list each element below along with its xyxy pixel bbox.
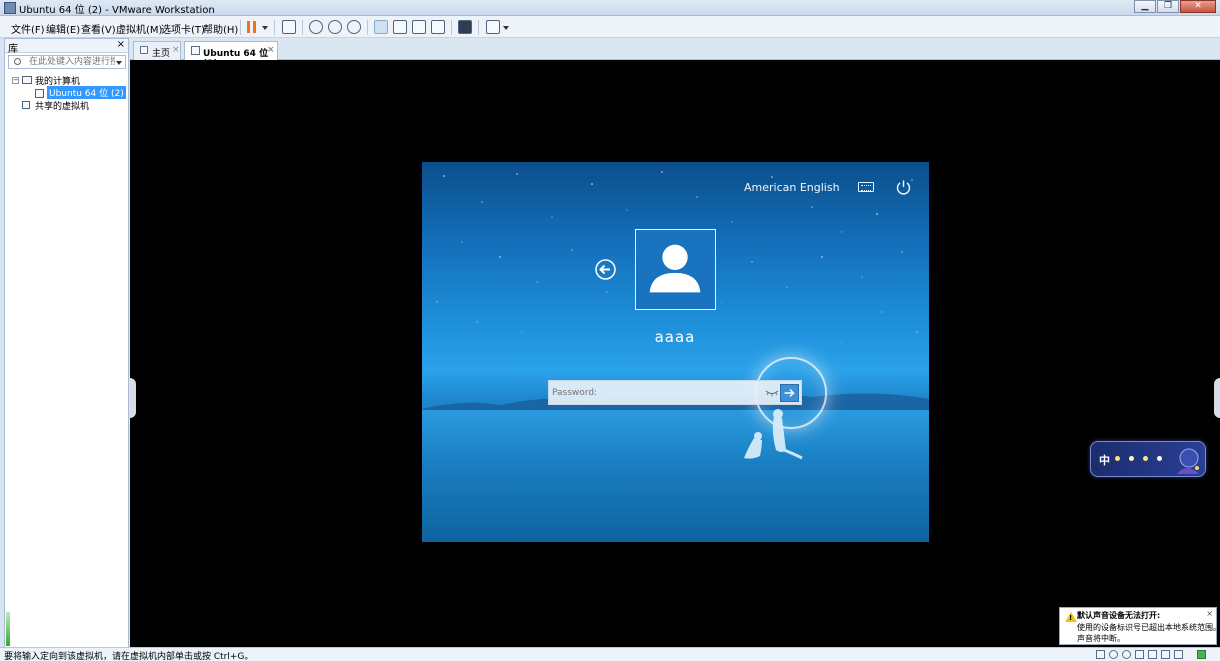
toolbar-separator <box>302 20 303 35</box>
lake-reflection <box>422 410 929 542</box>
hard-disk-icon[interactable] <box>1096 650 1105 659</box>
guest-login-screen[interactable]: American English aaaa <box>422 162 929 542</box>
left-panel-handle[interactable] <box>130 378 136 418</box>
full-screen-icon[interactable] <box>412 20 426 34</box>
menu-file[interactable]: 文件(F) <box>11 21 45 36</box>
status-bar: 要将输入定向到该虚拟机，请在虚拟机内部单击或按 Ctrl+G。 <box>0 647 1220 661</box>
vm-icon <box>35 89 44 98</box>
notification-title: 默认声音设备无法打开: <box>1077 611 1161 620</box>
language-selector[interactable]: American English <box>744 181 840 194</box>
notification-body: 声音将中断。 <box>1077 634 1125 643</box>
eye-closed-icon[interactable] <box>765 389 779 397</box>
stretch-dropdown-icon[interactable] <box>503 26 509 30</box>
snapshot-icon[interactable] <box>309 20 323 34</box>
tab-ubuntu-close-icon[interactable]: × <box>267 45 275 55</box>
pause-dropdown-icon[interactable] <box>262 26 268 30</box>
message-log-icon[interactable] <box>1197 650 1206 659</box>
sound-icon[interactable] <box>1174 650 1183 659</box>
ime-mascot-icon <box>1177 448 1199 474</box>
revert-snapshot-icon[interactable] <box>328 20 342 34</box>
floppy-icon[interactable] <box>1135 650 1144 659</box>
unity-icon[interactable] <box>431 20 445 34</box>
power-icon[interactable] <box>895 179 912 196</box>
pause-icon[interactable] <box>247 21 257 33</box>
toolbar-separator <box>478 20 479 35</box>
chevron-down-icon[interactable] <box>116 61 122 65</box>
menu-view[interactable]: 查看(V) <box>81 21 116 36</box>
cd-dvd-icon[interactable] <box>1122 650 1131 659</box>
send-ctrl-alt-del-icon[interactable] <box>282 20 296 34</box>
menu-tabs[interactable]: 选项卡(T) <box>161 21 205 36</box>
library-search[interactable] <box>8 55 126 69</box>
ime-chinese-mode[interactable]: 中 <box>1099 452 1110 468</box>
ime-punctuation-icon[interactable] <box>1115 456 1120 461</box>
library-title: 库 <box>8 44 18 55</box>
activity-meter <box>6 612 10 646</box>
search-icon <box>14 58 21 65</box>
menu-edit[interactable]: 编辑(E) <box>46 21 80 36</box>
right-panel-handle[interactable] <box>1214 378 1220 418</box>
network-icon[interactable] <box>1148 650 1157 659</box>
library-search-input[interactable] <box>29 56 115 68</box>
toolbar-separator <box>274 20 275 35</box>
status-message: 要将输入定向到该虚拟机，请在虚拟机内部单击或按 Ctrl+G。 <box>4 652 254 661</box>
password-field-container <box>548 380 802 405</box>
tab-bar: 主页 × Ubuntu 64 位 (2) × <box>130 38 1220 69</box>
close-button[interactable]: ✕ <box>1180 0 1216 13</box>
maximize-button[interactable]: ❐ <box>1157 0 1179 13</box>
tab-home-close-icon[interactable]: × <box>172 45 180 55</box>
ime-toolbar[interactable]: 中 <box>1090 441 1206 477</box>
password-input[interactable] <box>552 386 752 400</box>
ferrets-illustration <box>744 409 803 460</box>
window-controls: ▁ ❐ ✕ <box>1133 0 1216 14</box>
home-icon <box>140 46 148 54</box>
menu-bar: 文件(F) 编辑(E) 查看(V) 虚拟机(M) 选项卡(T) 帮助(H) <box>0 16 1220 38</box>
computer-icon <box>22 76 32 84</box>
show-thumbnail-icon[interactable] <box>393 20 407 34</box>
show-library-icon[interactable] <box>374 20 388 34</box>
login-submit-button[interactable] <box>780 384 799 402</box>
minimize-button[interactable]: ▁ <box>1134 0 1156 13</box>
window-title: Ubuntu 64 位 (2) - VMware Workstation <box>19 5 215 16</box>
tab-home[interactable]: 主页 × <box>133 41 181 60</box>
ime-skin-icon[interactable] <box>1143 456 1148 461</box>
back-arrow-icon[interactable] <box>595 259 616 280</box>
menu-help[interactable]: 帮助(H) <box>203 21 238 36</box>
tab-home-label: 主页 <box>152 49 171 59</box>
vmware-app-icon <box>4 2 16 14</box>
stretch-icon[interactable] <box>486 20 500 34</box>
cd-dvd-icon[interactable] <box>1109 650 1118 659</box>
avatar[interactable] <box>635 229 716 310</box>
toolbar-separator <box>451 20 452 35</box>
ime-settings-icon[interactable] <box>1157 456 1162 461</box>
shared-vms-icon <box>22 101 30 109</box>
tree-item-shared[interactable]: 共享的虚拟机 <box>35 99 89 112</box>
tree-collapse-toggle[interactable]: − <box>12 77 19 84</box>
notification-close-button[interactable]: × <box>1206 609 1213 618</box>
library-panel: 库 × − 我的计算机 Ubuntu 64 位 (2) 共享的虚拟机 <box>4 38 129 648</box>
arrow-right-icon <box>784 388 795 398</box>
library-close-button[interactable]: × <box>117 39 125 50</box>
ime-moon-icon[interactable] <box>1129 456 1134 461</box>
keyboard-icon[interactable] <box>858 182 874 192</box>
console-icon[interactable] <box>458 20 472 34</box>
printer-icon[interactable] <box>1161 650 1170 659</box>
warning-icon-mark: ! <box>1069 614 1073 622</box>
menu-vm[interactable]: 虚拟机(M) <box>116 21 162 36</box>
toolbar-separator <box>240 20 241 35</box>
sound-device-notification[interactable]: ! 默认声音设备无法打开: 使用的设备标识号已超出本地系统范围。 声音将中断。 … <box>1059 607 1220 645</box>
vm-icon <box>191 46 200 55</box>
tree-item-vm[interactable]: Ubuntu 64 位 (2) <box>47 86 126 99</box>
tab-ubuntu[interactable]: Ubuntu 64 位 (2) × <box>184 41 278 69</box>
notification-body: 使用的设备标识号已超出本地系统范围。 <box>1077 623 1220 632</box>
title-bar: Ubuntu 64 位 (2) - VMware Workstation ▁ ❐… <box>0 0 1220 16</box>
toolbar-separator <box>367 20 368 35</box>
library-header: 库 × <box>5 39 128 55</box>
manage-snapshots-icon[interactable] <box>347 20 361 34</box>
user-icon <box>649 244 701 293</box>
username-label: aaaa <box>654 328 696 346</box>
